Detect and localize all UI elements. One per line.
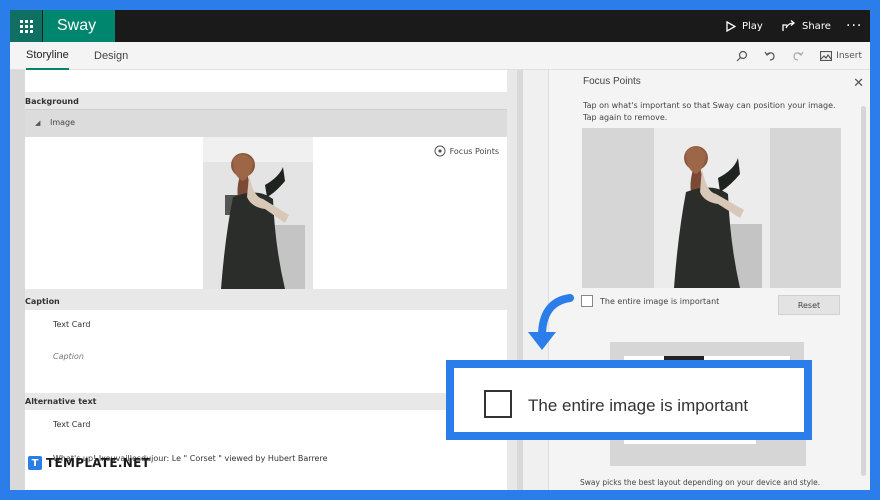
waffle-icon xyxy=(19,19,33,33)
play-icon xyxy=(726,20,736,32)
focus-panel-title: Focus Points xyxy=(583,76,641,87)
play-label: Play xyxy=(742,20,763,32)
image-section-header[interactable]: ◢ Image xyxy=(25,109,507,137)
template-logo-icon: T xyxy=(28,456,42,470)
undo-icon[interactable] xyxy=(764,50,776,62)
caption-input[interactable]: Caption xyxy=(53,352,84,361)
focus-points-icon xyxy=(434,145,446,157)
tab-storyline[interactable]: Storyline xyxy=(26,42,69,70)
more-options-button[interactable]: ··· xyxy=(846,10,862,42)
caption-card[interactable]: Text Card Caption xyxy=(25,310,507,393)
previous-card[interactable] xyxy=(25,70,507,92)
background-image-card[interactable]: Focus Points xyxy=(25,137,507,289)
app-topbar: Sway Play Share ··· xyxy=(10,10,870,42)
share-label: Share xyxy=(802,20,831,32)
entire-image-label: The entire image is important xyxy=(600,297,720,306)
zoom-callout: The entire image is important xyxy=(446,360,812,440)
collapse-triangle-icon: ◢ xyxy=(35,119,41,127)
background-photo[interactable] xyxy=(203,137,313,289)
alt-text-heading: Alternative text xyxy=(25,397,97,406)
callout-label: The entire image is important xyxy=(528,396,749,415)
arrow-pointer-icon xyxy=(528,294,574,350)
focus-points-label: Focus Points xyxy=(449,146,499,156)
reset-button[interactable]: Reset xyxy=(778,295,840,315)
insert-button[interactable]: Insert xyxy=(820,51,862,61)
focus-points-button[interactable]: Focus Points xyxy=(434,145,499,157)
search-icon[interactable] xyxy=(736,50,748,62)
background-heading: Background xyxy=(25,97,79,106)
share-button[interactable]: Share xyxy=(782,10,831,42)
callout-checkbox[interactable] xyxy=(484,390,512,418)
focus-image-frame xyxy=(582,128,841,288)
tab-design[interactable]: Design xyxy=(94,42,128,70)
insert-label: Insert xyxy=(836,51,862,61)
card-editor: Background ◢ Image Focus Points Caption … xyxy=(25,70,517,490)
template-watermark: T TEMPLATE.NET xyxy=(28,456,150,470)
close-icon[interactable]: ✕ xyxy=(853,76,864,91)
alt-text-card[interactable]: Text Card What's up! Ixouvaillesdujour: … xyxy=(25,410,507,490)
panel-scrollbar[interactable] xyxy=(861,106,866,476)
play-button[interactable]: Play xyxy=(726,10,763,42)
toolbar-actions: Insert xyxy=(736,42,862,70)
caption-heading: Caption xyxy=(25,297,60,306)
figure-illustration xyxy=(221,153,305,289)
focus-panel-instructions: Tap on what's important so that Sway can… xyxy=(583,101,836,122)
redo-icon[interactable] xyxy=(792,50,804,62)
tab-bar: Storyline Design Insert xyxy=(10,42,870,70)
template-logo-text: TEMPLATE.NET xyxy=(46,456,151,470)
app-title[interactable]: Sway xyxy=(43,10,115,42)
caption-card-type: Text Card xyxy=(53,320,91,329)
focus-panel-footer: Sway picks the best layout depending on … xyxy=(580,478,821,487)
alt-card-type: Text Card xyxy=(53,420,91,429)
entire-image-checkbox[interactable] xyxy=(581,295,593,307)
focus-photo[interactable] xyxy=(654,128,770,288)
app-launcher-button[interactable] xyxy=(10,10,42,42)
focus-figure-illustration xyxy=(674,146,762,288)
share-icon xyxy=(782,20,796,31)
image-heading: Image xyxy=(50,118,76,127)
insert-image-icon xyxy=(820,51,833,61)
